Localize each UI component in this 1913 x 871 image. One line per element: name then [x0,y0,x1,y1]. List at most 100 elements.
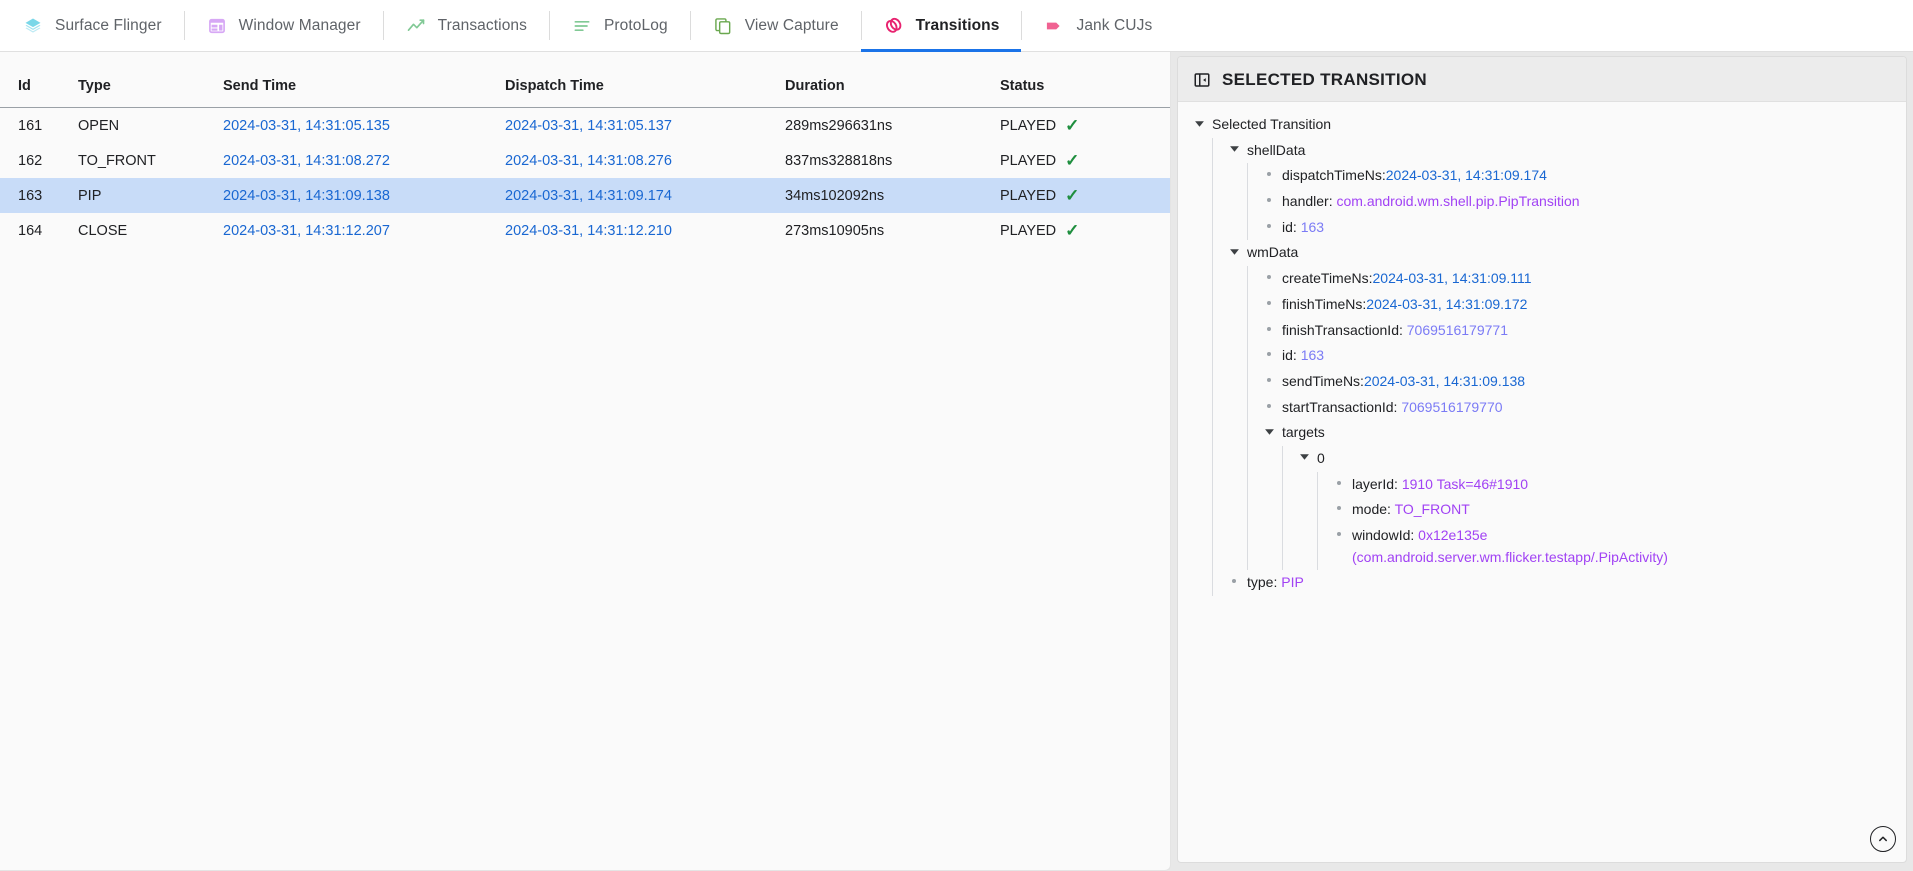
cell-status: PLAYED ✓ [1000,143,1170,178]
subject-lines-icon [571,15,593,37]
tree-node-row[interactable]: targets [1262,420,1894,446]
property-value: 163 [1301,347,1324,363]
property-value: PIP [1281,574,1304,590]
status-label: PLAYED [1000,153,1056,169]
table-row[interactable]: 161 OPEN 2024-03-31, 14:31:05.135 2024-0… [0,108,1170,144]
bullet-icon [1262,371,1276,389]
tab-view-capture[interactable]: View Capture [690,0,861,51]
bullet-icon [1332,525,1346,543]
tab-protolog[interactable]: ProtoLog [549,0,690,51]
tab-transactions[interactable]: Transactions [383,0,549,51]
transition-property-tree: Selected Transition shellData [1178,102,1906,862]
copy-frames-icon [712,15,734,37]
tab-label: Transitions [916,17,1000,35]
caret-down-icon[interactable] [1297,448,1311,466]
property-finish-time-ns[interactable]: finishTimeNs:2024-03-31, 14:31:09.172 [1262,292,1894,318]
column-header-type[interactable]: Type [78,52,223,108]
tree-node-targets: targets 0 [1262,420,1894,570]
cell-type: TO_FRONT [78,143,223,178]
check-icon: ✓ [1065,222,1079,239]
property-value: 1910 Task=46#1910 [1402,476,1528,492]
property-dispatch-time-ns[interactable]: dispatchTimeNs:2024-03-31, 14:31:09.174 [1262,163,1894,189]
tab-transitions[interactable]: Transitions [861,0,1022,51]
property-type[interactable]: type: PIP [1227,570,1894,596]
property-layer-id[interactable]: layerId: 1910 Task=46#1910 [1332,472,1894,498]
transitions-icon [883,15,905,37]
caret-down-icon[interactable] [1192,114,1206,132]
tree-children: 0 layerId: 1910 Task=46#1910 [1282,446,1894,570]
property-mode[interactable]: mode: TO_FRONT [1332,497,1894,523]
tree-node-row[interactable]: shellData [1227,138,1894,164]
table-row[interactable]: 164 CLOSE 2024-03-31, 14:31:12.207 2024-… [0,213,1170,248]
cell-type: PIP [78,178,223,213]
column-header-duration[interactable]: Duration [785,52,1000,108]
column-header-status[interactable]: Status [1000,52,1170,108]
tree-node-row[interactable]: Selected Transition [1192,112,1894,138]
table-row[interactable]: 162 TO_FRONT 2024-03-31, 14:31:08.272 20… [0,143,1170,178]
property-key: layerId: [1352,476,1398,492]
tree-children: shellData dispatchTimeNs:2024-03-31, 14:… [1212,138,1894,596]
cell-id: 162 [0,143,78,178]
layers-icon [22,15,44,37]
property-start-transaction-id[interactable]: startTransactionId: 7069516179770 [1262,395,1894,421]
tab-window-manager[interactable]: Window Manager [184,0,383,51]
property-finish-transaction-id[interactable]: finishTransactionId: 7069516179771 [1262,318,1894,344]
status-label: PLAYED [1000,118,1056,134]
tree-node-row[interactable]: wmData [1227,240,1894,266]
tab-surface-flinger[interactable]: Surface Flinger [0,0,184,51]
chevron-up-circle-icon[interactable] [1870,826,1896,852]
property-key: id: [1282,219,1297,235]
column-header-send-time[interactable]: Send Time [223,52,505,108]
window-icon [206,15,228,37]
check-icon: ✓ [1065,117,1079,134]
cell-status: PLAYED ✓ [1000,178,1170,213]
caret-down-icon[interactable] [1262,422,1276,440]
tree-children: createTimeNs:2024-03-31, 14:31:09.111 fi… [1247,266,1894,570]
line-chart-icon [405,15,427,37]
property-window-id[interactable]: windowId: 0x12e135e (com.android.server.… [1332,523,1894,570]
bullet-icon [1262,294,1276,312]
property-create-time-ns[interactable]: createTimeNs:2024-03-31, 14:31:09.111 [1262,266,1894,292]
collapse-panel-icon[interactable] [1192,70,1212,90]
property-send-time-ns[interactable]: sendTimeNs:2024-03-31, 14:31:09.138 [1262,369,1894,395]
table-header-row: Id Type Send Time Dispatch Time Duration… [0,52,1170,108]
bullet-icon [1262,165,1276,183]
tree-node-row[interactable]: 0 [1297,446,1894,472]
bullet-icon [1262,345,1276,363]
cell-status: PLAYED ✓ [1000,213,1170,248]
selected-transition-panel: SELECTED TRANSITION Selected Transition [1177,56,1907,863]
tree-node-wm-data: wmData createTimeNs:2024-03-31, 14:31:09… [1227,240,1894,570]
property-value: 7069516179770 [1401,399,1502,415]
check-icon: ✓ [1065,152,1079,169]
caret-down-icon[interactable] [1227,140,1241,158]
content-area: Id Type Send Time Dispatch Time Duration… [0,52,1913,871]
table-row[interactable]: 163 PIP 2024-03-31, 14:31:09.138 2024-03… [0,178,1170,213]
transitions-table: Id Type Send Time Dispatch Time Duration… [0,52,1170,248]
property-wm-id[interactable]: id: 163 [1262,343,1894,369]
selected-transition-header: SELECTED TRANSITION [1178,57,1906,102]
bullet-icon [1332,474,1346,492]
property-handler[interactable]: handler: com.android.wm.shell.pip.PipTra… [1262,189,1894,215]
tree-node-target-0: 0 layerId: 1910 Task=46#1910 [1297,446,1894,570]
property-key: finishTimeNs: [1282,296,1366,312]
property-key: type: [1247,574,1277,590]
tree-node-label: 0 [1317,448,1325,470]
property-value: com.android.wm.shell.pip.PipTransition [1336,193,1579,209]
column-header-dispatch-time[interactable]: Dispatch Time [505,52,785,108]
property-shell-id[interactable]: id: 163 [1262,215,1894,241]
cell-status: PLAYED ✓ [1000,108,1170,144]
tab-jank-cujs[interactable]: Jank CUJs [1021,0,1174,51]
cell-send-time: 2024-03-31, 14:31:09.138 [223,178,505,213]
bullet-icon [1227,572,1241,590]
tab-label: View Capture [745,17,839,35]
caret-down-icon[interactable] [1227,242,1241,260]
property-key: handler: [1282,193,1333,209]
tree-node-shell-data: shellData dispatchTimeNs:2024-03-31, 14:… [1227,138,1894,241]
property-key: sendTimeNs: [1282,373,1364,389]
tab-label: Transactions [438,17,527,35]
tag-icon [1043,15,1065,37]
column-header-id[interactable]: Id [0,52,78,108]
cell-duration: 34ms102092ns [785,178,1000,213]
cell-id: 164 [0,213,78,248]
property-key: id: [1282,347,1297,363]
